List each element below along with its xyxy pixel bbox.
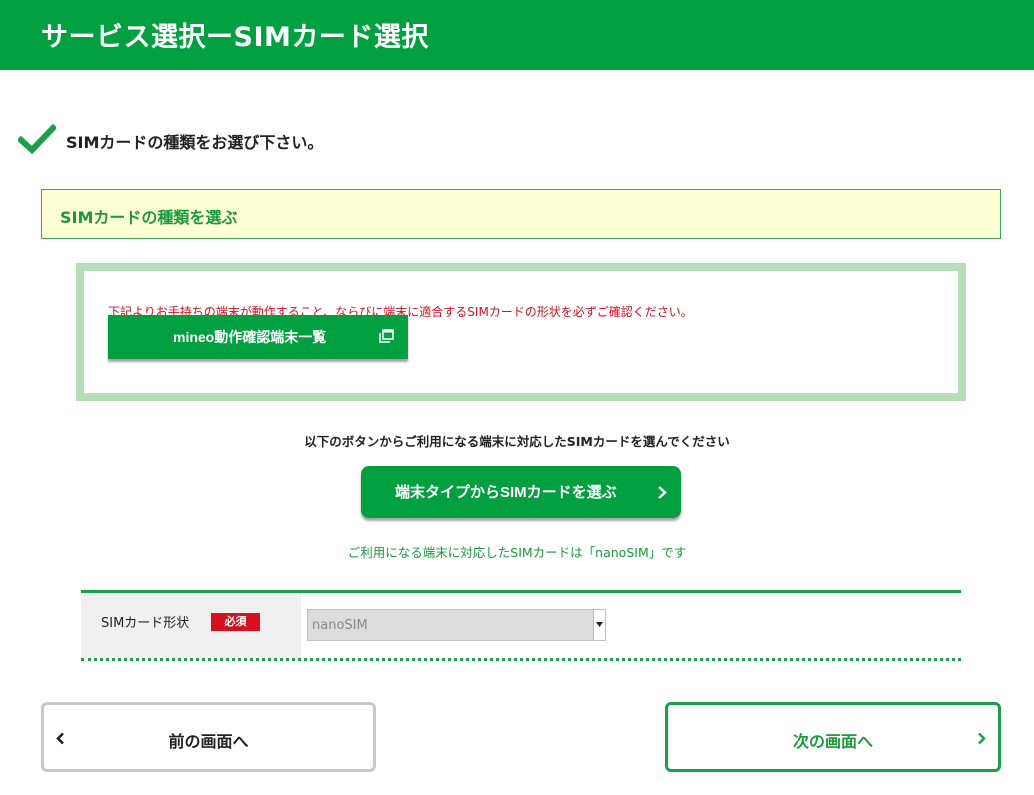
sim-shape-form-row: SIMカード形状 必須 nanoSIM xyxy=(81,590,961,661)
select-by-device-type-button[interactable]: 端末タイプからSIMカードを選ぶ xyxy=(361,466,681,518)
form-row-divider xyxy=(81,658,961,661)
chevron-right-icon xyxy=(978,732,986,745)
check-icon xyxy=(18,124,56,154)
page-header: サービス選択ーSIMカード選択 xyxy=(0,0,1034,70)
compat-note: ご利用になる端末に対応したSIMカードは「nanoSIM」です xyxy=(347,545,687,560)
section-title: SIMカードの種類を選ぶ xyxy=(60,208,238,227)
sim-shape-select[interactable]: nanoSIM xyxy=(307,609,606,641)
notice-box: 下記よりお手持ちの端末が動作すること、ならびに端末に適合するSIMカードの形状を… xyxy=(76,263,966,401)
prev-label: 前の画面へ xyxy=(168,734,249,751)
device-type-label: 端末タイプからSIMカードを選ぶ xyxy=(395,484,617,501)
form-label-cell: SIMカード形状 必須 xyxy=(81,593,301,658)
select-guidance: 以下のボタンからご利用になる端末に対応したSIMカードを選んでください xyxy=(304,434,730,449)
next-button[interactable]: 次の画面へ xyxy=(665,702,1001,772)
page: サービス選択ーSIMカード選択 SIMカードの種類をお選び下さい。 SIMカード… xyxy=(0,0,1034,795)
chevron-right-icon xyxy=(658,486,667,499)
select-arrow-box xyxy=(593,610,605,640)
sim-shape-label: SIMカード形状 xyxy=(101,616,190,631)
prev-button[interactable]: 前の画面へ xyxy=(41,702,376,772)
next-label: 次の画面へ xyxy=(792,734,873,751)
device-list-button[interactable]: mineo動作確認端末一覧 xyxy=(108,315,408,359)
page-title: サービス選択ーSIMカード選択 xyxy=(41,22,429,53)
sim-shape-value: nanoSIM xyxy=(312,618,368,633)
select-arrow-icon xyxy=(596,622,603,627)
section-header: SIMカードの種類を選ぶ xyxy=(41,189,1001,239)
instruction-text: SIMカードの種類をお選び下さい。 xyxy=(66,133,324,152)
device-list-label: mineo動作確認端末一覧 xyxy=(173,329,327,345)
new-window-icon xyxy=(379,329,394,343)
required-badge: 必須 xyxy=(211,613,260,631)
